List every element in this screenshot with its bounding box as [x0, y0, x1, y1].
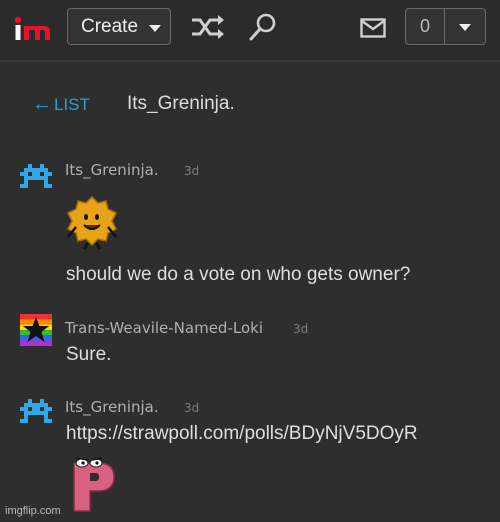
message-username[interactable]: Its_Greninja. [65, 398, 159, 416]
message-text: should we do a vote on who gets owner? [66, 264, 411, 285]
pink-letter-p-sticker [73, 457, 115, 512]
user-avatar[interactable] [20, 160, 52, 192]
top-navigation-bar: Create 0 [0, 0, 500, 62]
message-timestamp: 3d [293, 322, 309, 336]
mail-icon[interactable] [360, 18, 386, 38]
imgflip-logo[interactable] [14, 14, 54, 44]
imgflip-watermark: imgflip.com [5, 505, 61, 517]
golden-character-sticker [66, 195, 118, 250]
message-timestamp: 3d [184, 401, 200, 415]
message-username[interactable]: Trans-Weavile-Named-Loki [65, 319, 263, 337]
back-arrow-icon: ← [32, 93, 52, 115]
back-to-list-link[interactable]: ← LIST [32, 93, 90, 116]
shuffle-icon[interactable] [190, 14, 226, 40]
message-timestamp: 3d [184, 164, 200, 178]
back-label: LIST [54, 95, 90, 114]
notification-count: 0 [406, 9, 445, 44]
chat-title: Its_Greninja. [127, 93, 235, 114]
message-username[interactable]: Its_Greninja. [65, 161, 159, 179]
message-text: Sure. [66, 344, 112, 365]
create-label: Create [81, 16, 139, 37]
notifications-button[interactable]: 0 [405, 8, 486, 45]
chevron-down-icon [149, 25, 161, 32]
search-icon[interactable] [248, 12, 278, 42]
user-avatar[interactable] [20, 395, 52, 427]
user-avatar[interactable] [20, 314, 52, 346]
create-button[interactable]: Create [67, 8, 171, 45]
chevron-down-icon[interactable] [459, 24, 471, 31]
message-link[interactable]: https://strawpoll.com/polls/BDyNjV5DOyR [66, 423, 418, 445]
